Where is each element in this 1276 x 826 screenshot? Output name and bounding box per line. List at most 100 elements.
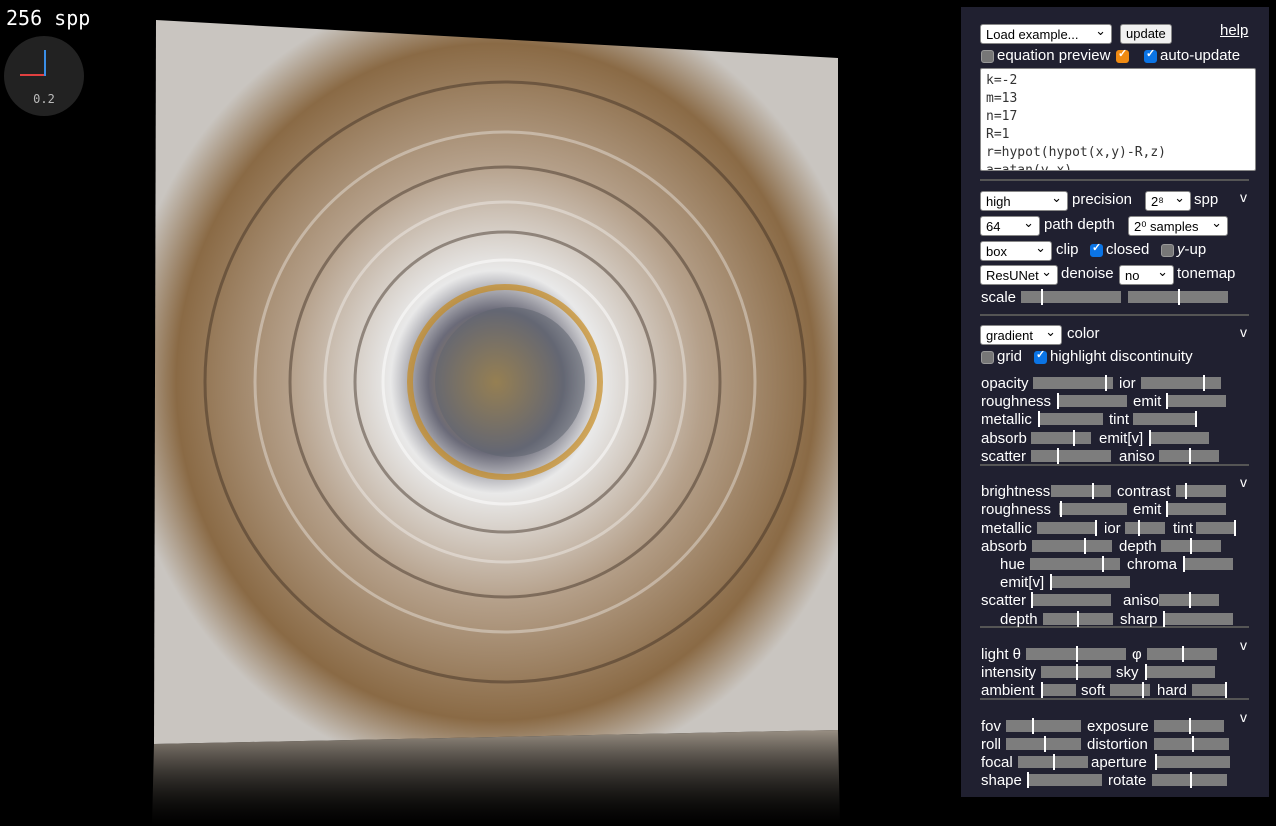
surface-roughness-slider[interactable] <box>1059 501 1127 517</box>
emit-v-slider[interactable] <box>1149 430 1209 446</box>
absorb-label: absorb <box>981 430 1027 447</box>
rotate-slider[interactable] <box>1152 772 1227 788</box>
sky-slider[interactable] <box>1145 664 1215 680</box>
surface-absorb-slider[interactable] <box>1032 538 1112 554</box>
material-section-toggle[interactable]: v <box>1240 324 1247 340</box>
surface-emit-v-slider[interactable] <box>1050 574 1130 590</box>
samples-select[interactable]: 2⁰ samples <box>1128 216 1228 236</box>
surface-contrast-slider[interactable] <box>1176 483 1226 499</box>
surface-depth-slider[interactable] <box>1043 611 1113 627</box>
denoise-select[interactable]: ResUNet <box>980 265 1058 285</box>
metallic-label: metallic <box>981 411 1032 428</box>
light-theta-slider[interactable] <box>1026 646 1126 662</box>
surface-brightness-slider[interactable] <box>1051 483 1111 499</box>
camera-section-toggle[interactable]: v <box>1240 709 1247 725</box>
distortion-slider[interactable] <box>1154 736 1229 752</box>
light-theta-label: light θ <box>981 646 1022 663</box>
surface-tint-label: tint <box>1173 520 1194 537</box>
clip-select[interactable]: box <box>980 241 1052 261</box>
equation-preview-label: equation preview <box>997 47 1111 64</box>
y-axis-indicator <box>44 50 46 76</box>
rotate-label: rotate <box>1108 772 1147 789</box>
surface-emit-label: emit <box>1133 501 1162 518</box>
path-depth-label: path depth <box>1044 216 1115 233</box>
surface-tint-slider[interactable] <box>1196 520 1236 536</box>
absorb-slider[interactable] <box>1031 430 1091 446</box>
preview-mode-checkbox[interactable] <box>1116 47 1129 63</box>
metallic-slider[interactable] <box>1038 411 1103 427</box>
tonemap-select[interactable]: no <box>1119 265 1174 285</box>
surface-hue-label: hue <box>1000 556 1026 573</box>
render-viewport[interactable] <box>150 18 842 826</box>
ior-slider[interactable] <box>1141 375 1221 391</box>
axis-gizmo[interactable]: 0.2 <box>4 36 84 116</box>
auto-update-checkbox[interactable] <box>1144 47 1157 63</box>
roll-slider[interactable] <box>1006 736 1081 752</box>
scale-slider[interactable] <box>1021 289 1121 305</box>
shape-label: shape <box>981 772 1022 789</box>
grid-checkbox[interactable] <box>981 351 994 364</box>
surface-chroma-label: chroma <box>1127 556 1178 573</box>
tonemap-label: tonemap <box>1177 265 1236 282</box>
scatter-label: scatter <box>981 448 1027 465</box>
fov-label: fov <box>981 718 1002 735</box>
ambient-label: ambient <box>981 682 1035 699</box>
surface-ior-slider[interactable] <box>1125 520 1165 536</box>
scatter-slider[interactable] <box>1031 448 1111 464</box>
sky-label: sky <box>1116 664 1139 681</box>
highlight-discontinuity-label: highlight discontinuity <box>1050 348 1193 365</box>
equation-line: n=17 <box>986 109 1018 124</box>
roughness-slider[interactable] <box>1057 393 1127 409</box>
aniso-slider[interactable] <box>1159 448 1219 464</box>
light-section-toggle[interactable]: v <box>1240 637 1247 653</box>
color-select[interactable]: gradient <box>980 325 1062 345</box>
surface-brightness-label: brightness <box>981 483 1051 500</box>
update-button[interactable]: update <box>1120 24 1172 44</box>
surface-hue-slider[interactable] <box>1030 556 1120 572</box>
precision-select[interactable]: high <box>980 191 1068 211</box>
hard-slider[interactable] <box>1192 682 1227 698</box>
exposure-slider[interactable] <box>1154 718 1224 734</box>
surface-depth-slider[interactable] <box>1161 538 1221 554</box>
surface-metallic-slider[interactable] <box>1037 520 1097 536</box>
light-phi-label: φ <box>1132 646 1142 663</box>
tint-slider[interactable] <box>1133 411 1197 427</box>
surface-depth-label: depth <box>1000 611 1038 628</box>
fov-slider[interactable] <box>1006 718 1081 734</box>
material2-section-toggle[interactable]: v <box>1240 474 1247 490</box>
intensity-slider[interactable] <box>1041 664 1111 680</box>
grid-label: grid <box>997 348 1023 365</box>
spp-select[interactable]: 2⁸ <box>1145 191 1191 211</box>
shape-slider[interactable] <box>1027 772 1102 788</box>
closed-label: closed <box>1106 241 1150 258</box>
y-up-checkbox[interactable] <box>1161 244 1174 257</box>
focal-label: focal <box>981 754 1013 771</box>
equation-editor[interactable]: k=-2 m=13 n=17 R=1 r=hypot(hypot(x,y)-R,… <box>980 68 1256 171</box>
surface-scatter-label: scatter <box>981 592 1027 609</box>
path-depth-select[interactable]: 64 <box>980 216 1040 236</box>
surface-aniso-slider[interactable] <box>1159 592 1219 608</box>
equation-line: a=atan(y,x) <box>986 163 1073 171</box>
surface-sharp-slider[interactable] <box>1163 611 1233 627</box>
aperture-slider[interactable] <box>1155 754 1230 770</box>
surface-scatter-slider[interactable] <box>1031 592 1111 608</box>
gizmo-value: 0.2 <box>33 92 55 106</box>
surface-sharp-label: sharp <box>1120 611 1158 628</box>
surface-chroma-slider[interactable] <box>1183 556 1233 572</box>
equation-preview-toggle[interactable] <box>981 50 994 63</box>
example-select[interactable]: Load example... <box>980 24 1112 44</box>
help-link[interactable]: help <box>1220 22 1248 39</box>
emit-slider[interactable] <box>1166 393 1226 409</box>
render-section-toggle[interactable]: v <box>1240 189 1247 205</box>
closed-checkbox[interactable] <box>1090 241 1103 257</box>
light-phi-slider[interactable] <box>1147 646 1217 662</box>
hard-label: hard <box>1157 682 1188 699</box>
roll-label: roll <box>981 736 1002 753</box>
scale-slider-2[interactable] <box>1128 289 1228 305</box>
opacity-slider[interactable] <box>1033 375 1113 391</box>
soft-slider[interactable] <box>1110 682 1150 698</box>
ambient-slider[interactable] <box>1041 682 1076 698</box>
surface-emit-slider[interactable] <box>1166 501 1226 517</box>
highlight-discontinuity-checkbox[interactable] <box>1034 348 1047 364</box>
focal-slider[interactable] <box>1018 754 1088 770</box>
